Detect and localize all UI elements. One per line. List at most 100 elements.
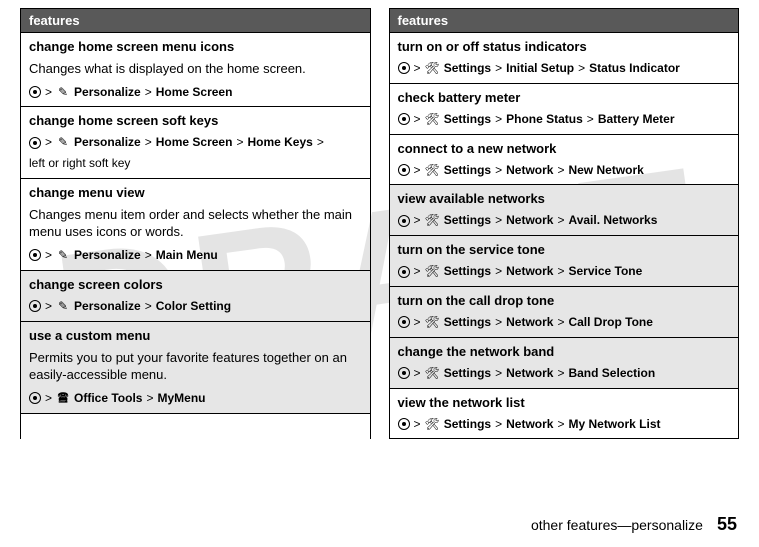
menu-path: >✎Personalize>Home Screen	[29, 84, 362, 101]
feature-title: connect to a new network	[398, 141, 731, 156]
feature-row: change home screen soft keys>✎Personaliz…	[21, 107, 370, 179]
path-item: Settings	[444, 162, 491, 179]
path-separator: >	[495, 111, 502, 128]
path-separator: >	[557, 212, 564, 229]
menu-icon: 🖀	[56, 390, 70, 407]
path-separator: >	[414, 212, 421, 229]
menu-icon: ✎	[56, 247, 70, 264]
feature-title: change home screen menu icons	[29, 39, 362, 54]
path-separator: >	[587, 111, 594, 128]
path-item: My Network List	[568, 416, 660, 433]
path-separator: >	[495, 212, 502, 229]
path-item: Battery Meter	[598, 111, 675, 128]
path-item: Settings	[444, 263, 491, 280]
path-item: Status Indicator	[589, 60, 680, 77]
path-separator: >	[495, 60, 502, 77]
path-separator: >	[45, 390, 52, 407]
feature-title: turn on the service tone	[398, 242, 731, 257]
path-item: Personalize	[74, 134, 141, 151]
feature-description: Permits you to put your favorite feature…	[29, 349, 362, 384]
path-separator: >	[414, 60, 421, 77]
path-separator: >	[414, 416, 421, 433]
path-separator: >	[578, 60, 585, 77]
path-separator: >	[495, 162, 502, 179]
menu-icon: 🛠	[425, 60, 440, 77]
feature-title: view the network list	[398, 395, 731, 410]
path-item: Settings	[444, 365, 491, 382]
menu-icon: 🛠	[425, 416, 440, 433]
path-item: Home Screen	[156, 84, 233, 101]
menu-icon: ✎	[56, 84, 70, 101]
feature-row: change home screen menu icons Changes wha…	[21, 33, 370, 107]
path-item: Service Tone	[568, 263, 642, 280]
menu-path: >🛠Settings>Initial Setup>Status Indicato…	[398, 60, 731, 77]
path-separator: >	[45, 298, 52, 315]
feature-title: turn on or off status indicators	[398, 39, 731, 54]
menu-path: >🖀Office Tools>MyMenu	[29, 390, 362, 407]
path-item: Settings	[444, 60, 491, 77]
path-separator: >	[495, 365, 502, 382]
path-separator: >	[495, 416, 502, 433]
path-separator: >	[414, 314, 421, 331]
menu-icon: 🛠	[425, 212, 440, 229]
menu-icon: 🛠	[425, 111, 440, 128]
right-rows: turn on or off status indicators>🛠Settin…	[390, 33, 739, 439]
path-separator: >	[45, 134, 52, 151]
column-header: features	[21, 9, 370, 33]
menu-path: >🛠Settings>Network>New Network	[398, 162, 731, 179]
path-item: New Network	[568, 162, 643, 179]
menu-icon: 🛠	[425, 162, 440, 179]
center-key-icon	[398, 113, 410, 125]
path-item: Settings	[444, 212, 491, 229]
center-key-icon	[29, 249, 41, 261]
menu-icon: ✎	[56, 298, 70, 315]
path-separator: >	[145, 84, 152, 101]
path-item: Settings	[444, 314, 491, 331]
center-key-icon	[29, 86, 41, 98]
feature-row: change menu viewChanges menu item order …	[21, 179, 370, 271]
path-separator: >	[414, 263, 421, 280]
content-columns: features change home screen menu icons Ch…	[0, 0, 759, 439]
feature-row: view the network list>🛠Settings>Network>…	[390, 389, 739, 440]
feature-title: change the network band	[398, 344, 731, 359]
path-item: Network	[506, 263, 553, 280]
path-item: Network	[506, 162, 553, 179]
path-item: Initial Setup	[506, 60, 574, 77]
left-column: features change home screen menu icons Ch…	[20, 8, 371, 439]
feature-row: view available networks>🛠Settings>Networ…	[390, 185, 739, 236]
path-item: Network	[506, 416, 553, 433]
menu-path: >✎Personalize>Home Screen>Home Keys>left…	[29, 134, 362, 172]
path-separator: >	[557, 263, 564, 280]
path-item: Home Keys	[247, 134, 312, 151]
path-item: MyMenu	[157, 390, 205, 407]
path-separator: >	[557, 162, 564, 179]
path-separator: >	[146, 390, 153, 407]
path-item: Network	[506, 365, 553, 382]
path-item: Home Screen	[156, 134, 233, 151]
feature-row: check battery meter >🛠Settings>Phone Stat…	[390, 84, 739, 135]
menu-path: >🛠Settings>Phone Status>Battery Meter	[398, 111, 731, 128]
feature-title: change home screen soft keys	[29, 113, 362, 128]
feature-description: Changes what is displayed on the home sc…	[29, 60, 362, 78]
feature-row: turn on or off status indicators>🛠Settin…	[390, 33, 739, 84]
path-separator: >	[414, 111, 421, 128]
page-footer: other features—personalize 55	[531, 514, 737, 535]
menu-path: >🛠Settings>Network>Service Tone	[398, 263, 731, 280]
path-separator: >	[557, 365, 564, 382]
center-key-icon	[398, 164, 410, 176]
path-separator: >	[414, 162, 421, 179]
feature-row: turn on the call drop tone>🛠Settings>Net…	[390, 287, 739, 338]
menu-path: >🛠Settings>Network>My Network List	[398, 416, 731, 433]
right-column: features turn on or off status indicator…	[389, 8, 740, 439]
menu-icon: ✎	[56, 134, 70, 151]
left-rows: change home screen menu icons Changes wha…	[21, 33, 370, 414]
center-key-icon	[398, 62, 410, 74]
center-key-icon	[398, 266, 410, 278]
feature-title: check battery meter	[398, 90, 731, 105]
feature-row: use a custom menu Permits you to put your…	[21, 322, 370, 414]
path-item: Personalize	[74, 84, 141, 101]
center-key-icon	[398, 316, 410, 328]
path-separator: >	[317, 134, 324, 151]
feature-title: use a custom menu	[29, 328, 362, 343]
path-item: Network	[506, 212, 553, 229]
